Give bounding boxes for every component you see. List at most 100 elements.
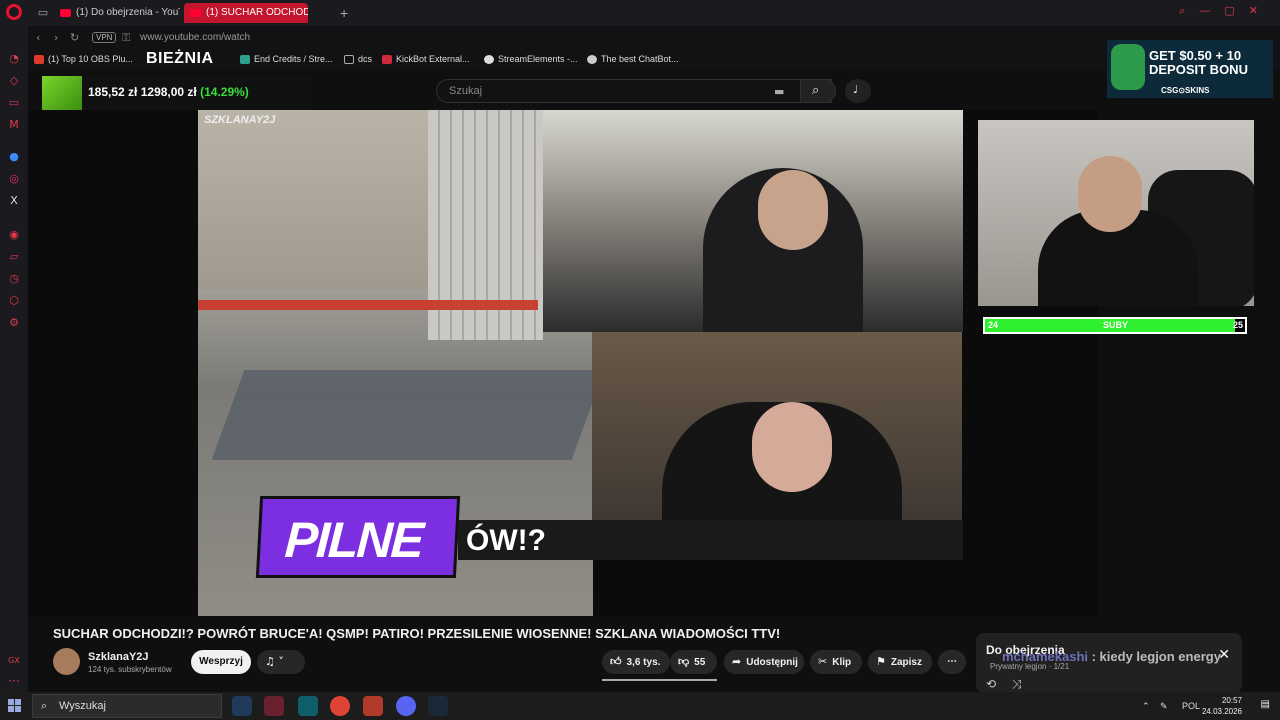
- stock-value-new: 1298,00 zł: [140, 85, 197, 99]
- video-title: SUCHAR ODCHODZI!? POWRÓT BRUCE'A! QSMP! …: [53, 626, 781, 641]
- loop-icon[interactable]: ⟲: [986, 677, 996, 691]
- bookmark-item[interactable]: dcs: [344, 54, 372, 64]
- x-twitter-icon[interactable]: X: [7, 194, 21, 208]
- lock-icon: ⚿: [122, 31, 131, 44]
- webcam-bottom: [592, 332, 962, 540]
- taskbar-search[interactable]: ⌕ Wyszukaj: [32, 694, 222, 718]
- tab-video[interactable]: (1) SUCHAR ODCHODZ: [184, 3, 308, 23]
- ad-banner[interactable]: GET $0.50 + 10 DEPOSIT BONU CSG⊙SKINS: [1107, 40, 1273, 98]
- voice-search-button[interactable]: ♩: [845, 79, 871, 103]
- gx-icon[interactable]: GX: [7, 654, 21, 668]
- player-icon[interactable]: ◉: [7, 228, 21, 242]
- chrome-icon[interactable]: [330, 696, 350, 716]
- youtube-icon: [60, 9, 71, 17]
- chat-text: : kiedy legjon energy: [1088, 649, 1221, 664]
- bookmark-icon: ⚑: [876, 655, 886, 668]
- keyboard-icon[interactable]: ▬: [774, 85, 784, 98]
- chat-username: mchamekashi: [1002, 649, 1088, 664]
- speed-dial-icon[interactable]: ◔: [7, 52, 21, 66]
- taskbar-search-label: Wyszukaj: [59, 700, 106, 712]
- clock-date: 24.03.2026: [1201, 707, 1242, 716]
- folder-icon: [344, 55, 354, 64]
- app-icon[interactable]: [298, 696, 318, 716]
- history-icon[interactable]: ◷: [7, 272, 21, 286]
- windows-taskbar: ⌕ Wyszukaj ⌃ ✎ POL 20:57 24.03.2026 ▤: [0, 692, 1280, 720]
- bookmark-label: (1) Top 10 OBS Plu...: [48, 54, 133, 64]
- shuffle-icon[interactable]: ⤨: [1012, 677, 1022, 692]
- support-button[interactable]: Wesprzyj: [191, 650, 251, 674]
- ad-brand: CSG⊙SKINS: [1161, 86, 1210, 95]
- share-icon: ➦: [732, 655, 742, 668]
- sub-goal-start: 24: [988, 320, 999, 330]
- bookmark-item[interactable]: (1) Top 10 OBS Plu...: [34, 54, 133, 64]
- clip-button[interactable]: ✂ Klip: [810, 650, 862, 674]
- stock-values: 185,52 zł 1298,00 zł (14.29%): [88, 85, 249, 99]
- messenger-m-icon[interactable]: M: [7, 118, 21, 132]
- steam-icon[interactable]: [232, 696, 252, 716]
- search-input[interactable]: Szukaj: [436, 79, 832, 103]
- instagram-icon[interactable]: ◎: [7, 172, 21, 186]
- notification-icon[interactable]: ▤: [1261, 699, 1270, 710]
- share-label: Udostępnij: [746, 657, 798, 668]
- messenger-icon[interactable]: ●: [7, 150, 21, 164]
- webcam-top: [543, 110, 963, 332]
- bookmark-item[interactable]: The best ChatBot...: [587, 54, 679, 64]
- bookmark-item[interactable]: StreamElements -...: [484, 54, 578, 64]
- start-menu-icon[interactable]: [8, 699, 22, 713]
- search-button[interactable]: ⌕: [800, 79, 836, 103]
- chat-icon[interactable]: ▭: [7, 96, 21, 110]
- breaking-news-label: PILNE: [283, 512, 424, 568]
- share-button[interactable]: ➦ Udostępnij: [724, 650, 804, 674]
- bookmark-favicon-icon: [240, 55, 250, 64]
- bookmarks-icon[interactable]: ▱: [7, 250, 21, 264]
- bell-icon: ♫ ˅: [265, 655, 284, 668]
- opera-gx-icon[interactable]: [264, 696, 284, 716]
- save-button[interactable]: ⚑ Zapisz: [868, 650, 932, 674]
- extensions-icon[interactable]: ⬡: [7, 294, 21, 308]
- bookmark-label: dcs: [358, 54, 373, 64]
- like-count: 3,6 tys.: [626, 657, 661, 668]
- back-icon[interactable]: ‹: [36, 31, 40, 44]
- bookmark-item[interactable]: End Credits / Stre...: [240, 54, 333, 64]
- tab-label: (1) SUCHAR ODCHODZ: [206, 7, 308, 18]
- bookmark-label: The best ChatBot...: [601, 54, 679, 64]
- system-clock[interactable]: 20:57 24.03.2026: [1202, 695, 1242, 717]
- ai-icon[interactable]: ◇: [7, 74, 21, 88]
- window-controls[interactable]: ⌕—▢✕: [1179, 4, 1272, 18]
- channel-name[interactable]: SzklanaY2J: [88, 651, 149, 663]
- pen-icon[interactable]: ✎: [1160, 701, 1168, 712]
- tray-chevron-icon[interactable]: ⌃: [1142, 701, 1150, 712]
- reload-icon[interactable]: ↻: [70, 31, 79, 44]
- search-icon: ⌕: [41, 699, 48, 712]
- game-red-line: [198, 300, 538, 310]
- forward-icon[interactable]: ›: [54, 31, 58, 44]
- new-tab-button[interactable]: +: [340, 5, 348, 21]
- more-icon[interactable]: ⋯: [7, 674, 21, 688]
- app-icon[interactable]: [363, 696, 383, 716]
- url-field[interactable]: www.youtube.com/watch: [140, 32, 250, 43]
- dislike-button[interactable]: 👎︎ 55: [670, 650, 717, 674]
- game-floor: [211, 370, 593, 460]
- workspaces-icon[interactable]: ▭: [36, 6, 50, 20]
- video-player[interactable]: SZKLANAY2J ÓW!? PILNE 24 SUBY 25: [28, 110, 1254, 616]
- language-indicator[interactable]: POL: [1182, 701, 1200, 711]
- ticker-text: ÓW!?: [466, 524, 546, 557]
- notifications-button[interactable]: ♫ ˅: [257, 650, 305, 674]
- discord-icon[interactable]: [396, 696, 416, 716]
- vpn-badge[interactable]: VPN: [92, 32, 117, 43]
- bookmark-item[interactable]: KickBot External...: [382, 54, 470, 64]
- more-actions-button[interactable]: ⋯: [938, 650, 966, 674]
- tab-watch-later[interactable]: (1) Do obejrzenia - YouTube: [54, 3, 180, 23]
- screen: ◔ ◇ ▭ M ● ◎ X ◉ ▱ ◷ ⬡ ⚙ GX ⋯ ▭ (1) Do ob…: [0, 0, 1280, 720]
- steam-icon[interactable]: [428, 696, 448, 716]
- avatar[interactable]: [53, 648, 80, 675]
- tab-bar: ▭ (1) Do obejrzenia - YouTube (1) SUCHAR…: [28, 0, 1280, 26]
- like-button[interactable]: 👍︎ 3,6 tys.: [602, 650, 670, 674]
- like-ratio-bar: [602, 679, 717, 681]
- chat-overlay-message: mchamekashi : kiedy legjon energy: [1002, 649, 1221, 664]
- bookmark-label: KickBot External...: [396, 54, 470, 64]
- more-icon: ⋯: [947, 656, 957, 667]
- opera-logo-icon[interactable]: [6, 4, 22, 20]
- settings-icon[interactable]: ⚙: [7, 316, 21, 330]
- bookmark-favicon-icon: [484, 55, 494, 64]
